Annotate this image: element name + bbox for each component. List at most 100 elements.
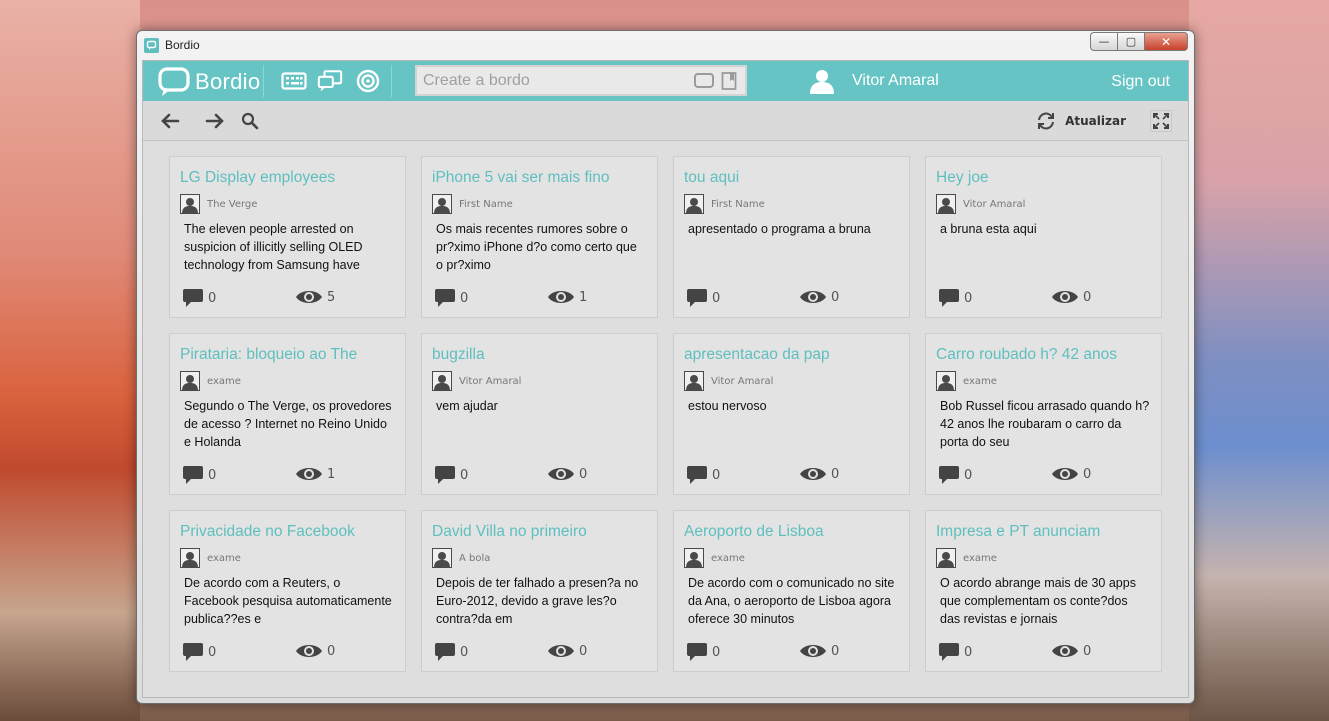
card-author: Vitor Amaral bbox=[936, 194, 1025, 214]
eye-icon bbox=[548, 291, 574, 303]
user-icon bbox=[810, 70, 834, 94]
author-name: Vitor Amaral bbox=[459, 375, 522, 387]
card-author: exame bbox=[684, 548, 745, 568]
comments-count[interactable]: 0 bbox=[686, 465, 720, 485]
bordo-card[interactable]: Hey joe Vitor Amaral a bruna esta aqui 0… bbox=[925, 156, 1162, 318]
card-author: exame bbox=[936, 548, 997, 568]
comments-count[interactable]: 0 bbox=[182, 642, 216, 662]
eye-icon bbox=[1052, 645, 1078, 657]
avatar-icon bbox=[936, 194, 956, 214]
bordo-card[interactable]: Privacidade no Facebook exame De acordo … bbox=[169, 510, 406, 672]
card-author: exame bbox=[180, 371, 241, 391]
search-icon[interactable] bbox=[239, 111, 261, 131]
close-icon: ✕ bbox=[1160, 34, 1172, 49]
comments-count[interactable]: 0 bbox=[938, 642, 972, 662]
search-box-icons bbox=[693, 72, 737, 90]
card-title[interactable]: LG Display employees bbox=[180, 169, 402, 187]
card-excerpt: Segundo o The Verge, os provedores de ac… bbox=[184, 399, 392, 449]
card-title[interactable]: tou aqui bbox=[684, 169, 906, 187]
title-bar[interactable]: Bordio — ▢ ✕ bbox=[137, 31, 1194, 59]
avatar-icon bbox=[432, 548, 452, 568]
author-name: First Name bbox=[459, 198, 513, 210]
comment-icon bbox=[435, 289, 455, 307]
comments-value: 0 bbox=[460, 467, 469, 483]
bordo-card[interactable]: Pirataria: bloqueio ao The exame Segundo… bbox=[169, 333, 406, 495]
card-title[interactable]: Carro roubado h? 42 anos bbox=[936, 346, 1158, 364]
user-name[interactable]: Vitor Amaral bbox=[852, 72, 939, 90]
comments-count[interactable]: 0 bbox=[938, 465, 972, 485]
minimize-button[interactable]: — bbox=[1090, 32, 1117, 51]
create-bordo-input[interactable] bbox=[423, 71, 683, 91]
screens-icon[interactable] bbox=[317, 69, 343, 93]
bordo-card[interactable]: bugzilla Vitor Amaral vem ajudar 0 0 bbox=[421, 333, 658, 495]
forward-arrow-icon[interactable] bbox=[204, 111, 226, 131]
card-excerpt: vem ajudar bbox=[436, 399, 498, 413]
fullscreen-button[interactable] bbox=[1150, 110, 1172, 132]
eye-icon bbox=[548, 468, 574, 480]
comments-count[interactable]: 0 bbox=[434, 642, 468, 662]
refresh-icon bbox=[1038, 112, 1055, 130]
card-title[interactable]: bugzilla bbox=[432, 346, 654, 364]
comments-count[interactable]: 0 bbox=[686, 288, 720, 308]
comments-count[interactable]: 0 bbox=[938, 288, 972, 308]
divider bbox=[391, 65, 392, 97]
card-author: A bola bbox=[432, 548, 490, 568]
bookmark-icon[interactable] bbox=[721, 72, 737, 90]
screen-icon[interactable] bbox=[693, 72, 715, 90]
card-title[interactable]: Privacidade no Facebook bbox=[180, 523, 402, 541]
logo-text: Bordio bbox=[195, 69, 261, 94]
card-title[interactable]: David Villa no primeiro bbox=[432, 523, 654, 541]
back-arrow-icon[interactable] bbox=[159, 111, 181, 131]
logo[interactable]: Bordio bbox=[157, 66, 260, 98]
eye-icon bbox=[296, 645, 322, 657]
bordo-card[interactable]: Impresa e PT anunciam exame O acordo abr… bbox=[925, 510, 1162, 672]
card-author: First Name bbox=[432, 194, 513, 214]
bordo-card[interactable]: David Villa no primeiro A bola Depois de… bbox=[421, 510, 658, 672]
card-title[interactable]: apresentacao da pap bbox=[684, 346, 906, 364]
card-title[interactable]: Hey joe bbox=[936, 169, 1158, 187]
card-title[interactable]: Aeroporto de Lisboa bbox=[684, 523, 906, 541]
bordo-card[interactable]: LG Display employees The Verge The eleve… bbox=[169, 156, 406, 318]
target-icon[interactable] bbox=[355, 69, 381, 93]
views-value: 0 bbox=[1083, 289, 1092, 305]
bordo-card[interactable]: apresentacao da pap Vitor Amaral estou n… bbox=[673, 333, 910, 495]
card-excerpt: De acordo com o comunicado no site da An… bbox=[688, 576, 895, 626]
maximize-button[interactable]: ▢ bbox=[1117, 32, 1144, 51]
comments-count[interactable]: 0 bbox=[182, 288, 216, 308]
comments-count[interactable]: 0 bbox=[686, 642, 720, 662]
views-count: 1 bbox=[295, 465, 335, 483]
keyboard-icon[interactable] bbox=[281, 69, 307, 93]
bordo-card[interactable]: Carro roubado h? 42 anos exame Bob Russe… bbox=[925, 333, 1162, 495]
sign-out-link[interactable]: Sign out bbox=[1111, 73, 1170, 91]
bordio-logo-icon bbox=[158, 67, 190, 96]
card-excerpt: O acordo abrange mais de 30 apps que com… bbox=[940, 576, 1136, 626]
author-name: Vitor Amaral bbox=[963, 198, 1026, 210]
eye-icon bbox=[800, 468, 826, 480]
avatar-icon bbox=[936, 371, 956, 391]
refresh-button[interactable]: Atualizar bbox=[1035, 111, 1126, 131]
card-title[interactable]: Impresa e PT anunciam bbox=[936, 523, 1158, 541]
views-value: 1 bbox=[327, 466, 336, 482]
comment-icon bbox=[687, 643, 707, 661]
bordo-card[interactable]: tou aqui First Name apresentado o progra… bbox=[673, 156, 910, 318]
comments-count[interactable]: 0 bbox=[434, 465, 468, 485]
eye-icon bbox=[800, 645, 826, 657]
comment-icon bbox=[435, 466, 455, 484]
bordo-card[interactable]: iPhone 5 vai ser mais fino First Name Os… bbox=[421, 156, 658, 318]
card-title[interactable]: Pirataria: bloqueio ao The bbox=[180, 346, 402, 364]
views-value: 0 bbox=[1083, 643, 1092, 659]
card-title[interactable]: iPhone 5 vai ser mais fino bbox=[432, 169, 654, 187]
avatar-icon bbox=[684, 194, 704, 214]
window-title: Bordio bbox=[165, 38, 200, 52]
close-button[interactable]: ✕ bbox=[1144, 32, 1188, 51]
bordo-card[interactable]: Aeroporto de Lisboa exame De acordo com … bbox=[673, 510, 910, 672]
views-value: 0 bbox=[831, 289, 840, 305]
comments-value: 0 bbox=[460, 290, 469, 306]
comments-count[interactable]: 0 bbox=[434, 288, 468, 308]
views-count: 0 bbox=[799, 288, 839, 306]
app-icon bbox=[144, 38, 159, 53]
views-count: 0 bbox=[1051, 288, 1091, 306]
card-excerpt: Depois de ter falhado a presen?a no Euro… bbox=[436, 576, 639, 626]
minimize-icon: — bbox=[1098, 35, 1110, 48]
comments-count[interactable]: 0 bbox=[182, 465, 216, 485]
